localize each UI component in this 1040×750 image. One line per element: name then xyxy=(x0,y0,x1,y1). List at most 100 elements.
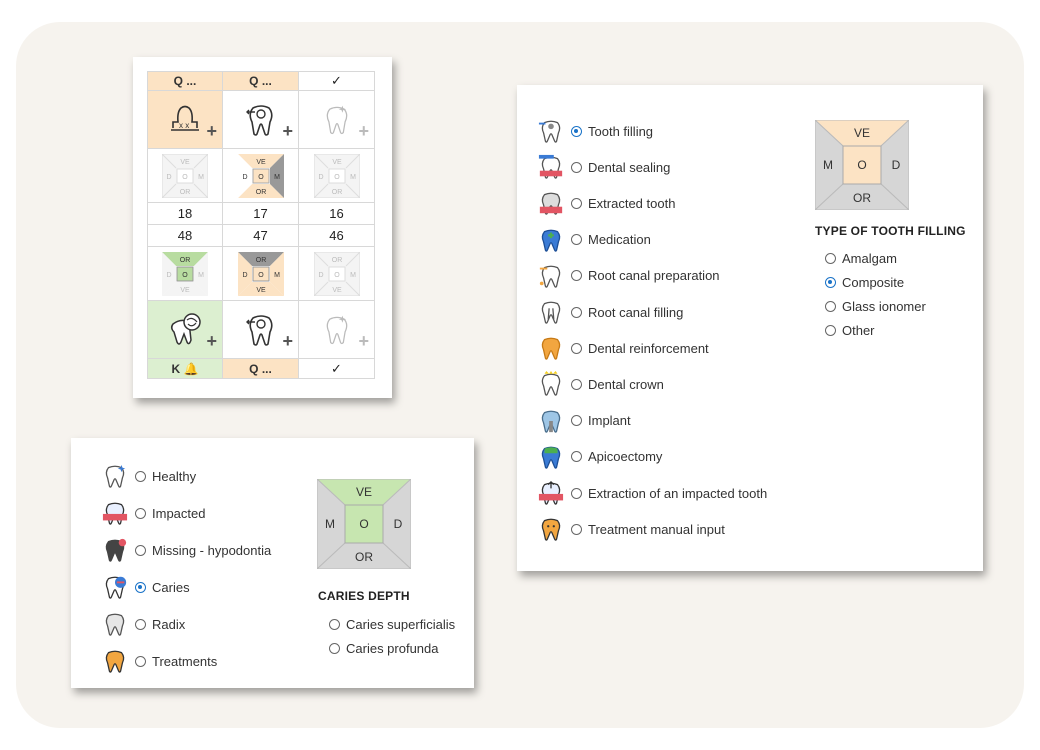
diag-label-o: O xyxy=(857,158,866,172)
status-option-treatments[interactable]: Treatments xyxy=(101,647,217,675)
manual-input-icon xyxy=(537,515,565,543)
radio[interactable] xyxy=(571,523,582,535)
add-icon[interactable]: + xyxy=(358,331,369,352)
tooth-chart-card: Q ... Q ... ✓ x x + + + VE D O M OR VE D… xyxy=(133,57,392,398)
radio[interactable] xyxy=(135,507,146,519)
surface-map-46[interactable]: OR D O M VE xyxy=(299,247,375,301)
treatment-option-root-canal-filling[interactable]: Root canal filling xyxy=(537,298,683,326)
treatment-option-apicoectomy[interactable]: Apicoectomy xyxy=(537,443,662,471)
treatment-option-tooth-filling[interactable]: Tooth filling xyxy=(537,117,653,145)
treatment-option-dental-crown[interactable]: Dental crown xyxy=(537,370,664,398)
tooth-status-card: Healthy Impacted Missing - hypodontia Carie… xyxy=(71,438,474,688)
lower-status-47[interactable]: Q ... xyxy=(223,359,299,379)
radio-selected[interactable] xyxy=(825,277,836,288)
upper-status-16[interactable]: ✓ xyxy=(299,71,375,91)
radio[interactable] xyxy=(135,470,146,482)
option-label: Extracted tooth xyxy=(588,195,676,211)
surface-d: D xyxy=(166,272,171,279)
filling-option[interactable]: Other xyxy=(825,323,875,338)
dental-sealing-icon xyxy=(537,153,565,181)
radio[interactable] xyxy=(571,342,582,354)
treatment-option-dental-sealing[interactable]: Dental sealing xyxy=(537,153,670,181)
tooth-46[interactable]: + xyxy=(299,301,375,359)
radix-icon xyxy=(101,610,129,638)
diag-label-d: D xyxy=(394,517,403,531)
radio[interactable] xyxy=(825,253,836,264)
tooth-number: 47 xyxy=(223,225,299,247)
surface-d: D xyxy=(318,174,323,181)
filling-option[interactable]: Amalgam xyxy=(825,251,897,266)
lower-status-48[interactable]: K 🔔 xyxy=(147,359,223,379)
add-icon[interactable]: + xyxy=(206,331,217,352)
status-option-caries[interactable]: Caries xyxy=(101,573,190,601)
surface-o: O xyxy=(334,174,340,181)
status-option-impacted[interactable]: Impacted xyxy=(101,499,205,527)
upper-status-18[interactable]: Q ... xyxy=(147,71,223,91)
surface-ve: VE xyxy=(180,159,190,166)
radio[interactable] xyxy=(571,197,582,209)
add-icon[interactable]: + xyxy=(206,121,217,142)
lower-status-46[interactable]: ✓ xyxy=(299,359,375,379)
radio[interactable] xyxy=(571,270,582,282)
radio[interactable] xyxy=(571,415,582,427)
surface-ve: VE xyxy=(256,159,266,166)
tooth-48[interactable]: + xyxy=(147,301,223,359)
diag-label-m: M xyxy=(325,517,335,531)
tooth-16[interactable]: + xyxy=(299,91,375,149)
radio-selected[interactable] xyxy=(135,581,146,593)
treatment-option-extraction-of-an-impacted-tooth[interactable]: Extraction of an impacted tooth xyxy=(537,479,767,507)
add-icon[interactable]: + xyxy=(282,331,293,352)
radio[interactable] xyxy=(571,234,582,246)
surface-map-17[interactable]: VE D O M OR xyxy=(223,149,299,203)
treatment-option-root-canal-preparation[interactable]: Root canal preparation xyxy=(537,262,720,290)
upper-status-17[interactable]: Q ... xyxy=(223,71,299,91)
tooth-47[interactable]: + xyxy=(223,301,299,359)
surface-map-16[interactable]: VE D O M OR xyxy=(299,149,375,203)
treatment-option-dental-reinforcement[interactable]: Dental reinforcement xyxy=(537,334,709,362)
caries-tooth-icon xyxy=(101,573,129,601)
treatment-option-extracted-tooth[interactable]: Extracted tooth xyxy=(537,189,675,217)
option-label: Dental sealing xyxy=(588,159,671,175)
surface-selector: VE M O D OR xyxy=(317,479,411,569)
option-label: Apicoectomy xyxy=(588,449,663,465)
add-icon[interactable]: + xyxy=(358,121,369,142)
surface-map-18[interactable]: VE D O M OR xyxy=(147,149,223,203)
surface-m: M xyxy=(274,272,280,279)
tooth-18[interactable]: x x + xyxy=(147,91,223,149)
radio[interactable] xyxy=(571,378,582,390)
add-icon[interactable]: + xyxy=(282,121,293,142)
radio[interactable] xyxy=(825,325,836,336)
radio[interactable] xyxy=(329,643,340,654)
radio[interactable] xyxy=(825,301,836,312)
radio[interactable] xyxy=(135,544,146,556)
radio[interactable] xyxy=(329,619,340,630)
depth-option[interactable]: Caries superficialis xyxy=(329,617,455,632)
status-option-missing-hypodontia[interactable]: Missing - hypodontia xyxy=(101,536,271,564)
search-tag: Q ... xyxy=(249,74,272,88)
treatment-option-implant[interactable]: Implant xyxy=(537,407,631,435)
surface-ve: VE xyxy=(332,287,342,294)
filling-option[interactable]: Composite xyxy=(825,275,904,290)
radio[interactable] xyxy=(135,618,146,630)
upper-numbers-row: 18 17 16 xyxy=(147,203,377,225)
status-option-healthy[interactable]: Healthy xyxy=(101,462,196,490)
depth-option[interactable]: Caries profunda xyxy=(329,641,439,656)
status-option-radix[interactable]: Radix xyxy=(101,610,185,638)
surface-map-48[interactable]: OR D O M VE xyxy=(147,247,223,301)
option-label: Missing - hypodontia xyxy=(152,542,272,558)
radio[interactable] xyxy=(571,161,582,173)
radio[interactable] xyxy=(135,655,146,667)
treatment-option-medication[interactable]: Medication xyxy=(537,226,651,254)
radio[interactable] xyxy=(571,451,582,463)
caries-depth-title: CARIES DEPTH xyxy=(318,589,410,603)
treatment-option-treatment-manual-input[interactable]: Treatment manual input xyxy=(537,515,725,543)
diag-label-o: O xyxy=(359,517,368,531)
radio-selected[interactable] xyxy=(571,125,582,137)
radio[interactable] xyxy=(571,487,582,499)
surface-map-47[interactable]: OR D O M VE xyxy=(223,247,299,301)
option-label: Medication xyxy=(588,232,651,248)
radio[interactable] xyxy=(571,306,582,318)
filling-option[interactable]: Glass ionomer xyxy=(825,299,926,314)
tooth-17[interactable]: + xyxy=(223,91,299,149)
option-label: Caries profunda xyxy=(346,641,439,656)
